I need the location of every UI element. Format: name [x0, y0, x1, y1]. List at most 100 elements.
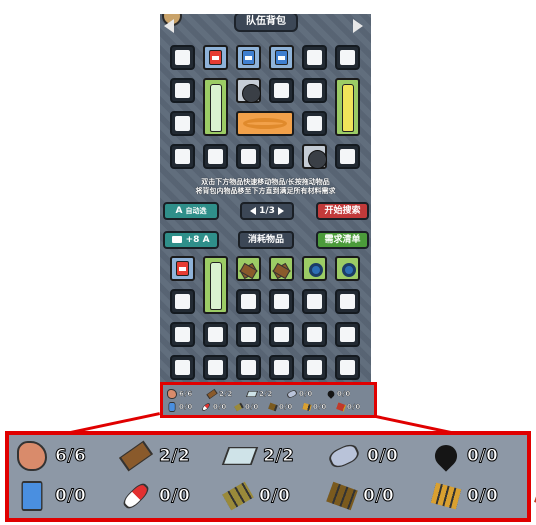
- canned-food-item[interactable]: [236, 45, 261, 70]
- backpack-panel: 队伍背包 双击下方物品快速移动物品/长按拖动物品 将背包内物品移至下方直到满足所…: [160, 14, 371, 384]
- slot[interactable]: [335, 289, 360, 314]
- requirement-entry: 0/0: [336, 400, 371, 413]
- prev-arrow-icon[interactable]: [164, 19, 174, 33]
- mini-row: 0/0 0/0 0/0 0/0 0/0 0/0: [167, 400, 372, 413]
- requirements-row-1: 6/6 2/2 2/2 0/0 0/0: [17, 439, 536, 473]
- oil-icon: [326, 388, 336, 399]
- slot[interactable]: [170, 322, 195, 347]
- rope-item[interactable]: [236, 111, 294, 136]
- requirement-entry: 0/0: [326, 479, 433, 513]
- requirement-value: 0/0: [54, 486, 87, 507]
- water-bottle-icon: [209, 262, 222, 310]
- oil-icon: [430, 440, 462, 472]
- requirement-entry: 0/0: [326, 387, 367, 400]
- slot[interactable]: [302, 45, 327, 70]
- requirement-value: 0/0: [466, 486, 499, 507]
- requirement-value: 6/6: [179, 389, 193, 398]
- slot[interactable]: [236, 144, 261, 169]
- slot[interactable]: [269, 289, 294, 314]
- slot[interactable]: [269, 144, 294, 169]
- canned-food-icon: [242, 50, 255, 65]
- pill-icon: [200, 401, 212, 412]
- requirement-value: 0/0: [213, 402, 227, 411]
- rifle-ammo-icon: [222, 481, 254, 511]
- page-selector[interactable]: 1/3: [240, 202, 294, 220]
- requirement-entry: 2/2: [206, 387, 247, 400]
- slot[interactable]: [335, 322, 360, 347]
- requirement-entry: 0/0: [17, 479, 121, 513]
- slot[interactable]: [269, 322, 294, 347]
- slot[interactable]: [170, 45, 195, 70]
- slot[interactable]: [236, 355, 261, 380]
- video-bonus-button[interactable]: +8 A: [163, 231, 219, 249]
- pill-icon: [120, 480, 152, 512]
- requirement-value: 0/0: [366, 446, 399, 467]
- slot[interactable]: [302, 78, 327, 103]
- oil-bottle-item[interactable]: [335, 78, 360, 136]
- requirement-value: 0/0: [337, 389, 351, 398]
- slot[interactable]: [236, 289, 261, 314]
- gas-mask-icon: [308, 150, 327, 169]
- requirement-value: 6/6: [54, 446, 87, 467]
- requirement-value: 0/0: [279, 402, 293, 411]
- slot[interactable]: [170, 289, 195, 314]
- water-bottle-item[interactable]: [203, 78, 228, 136]
- water-bottle-item[interactable]: [203, 256, 228, 314]
- slot[interactable]: [236, 322, 261, 347]
- requirement-entry: 0/0: [120, 479, 225, 513]
- page-next-icon[interactable]: [278, 206, 285, 215]
- slot[interactable]: [170, 78, 195, 103]
- slot[interactable]: [335, 144, 360, 169]
- slot[interactable]: [203, 144, 228, 169]
- backpack-grid: [170, 45, 360, 169]
- slot[interactable]: [335, 45, 360, 70]
- requirement-entry: 2/2: [118, 439, 225, 473]
- requirements-button[interactable]: 需求清单: [316, 231, 369, 249]
- slot[interactable]: [302, 289, 327, 314]
- slot[interactable]: [170, 144, 195, 169]
- metal-icon: [326, 441, 362, 471]
- page-prev-icon[interactable]: [249, 206, 256, 215]
- requirement-entry: 2/2: [245, 387, 287, 400]
- meat-icon: [17, 441, 47, 471]
- slot[interactable]: [302, 111, 327, 136]
- requirement-value: 2/2: [219, 389, 233, 398]
- start-search-button[interactable]: 开始搜索: [316, 202, 369, 220]
- gas-mask-item[interactable]: [236, 78, 261, 103]
- auto-prefix: A: [175, 206, 183, 216]
- slot[interactable]: [170, 355, 195, 380]
- auto-select-button[interactable]: A 自动选: [163, 202, 219, 220]
- canned-food-item[interactable]: [269, 45, 294, 70]
- plank-item[interactable]: [236, 256, 261, 281]
- plank-item[interactable]: [269, 256, 294, 281]
- tape-icon: [342, 263, 356, 277]
- consumables-grid: [170, 256, 360, 380]
- slot[interactable]: [269, 78, 294, 103]
- slot[interactable]: [269, 355, 294, 380]
- plank-icon: [118, 440, 154, 472]
- requirement-entry: 2/2: [221, 439, 329, 473]
- gas-mask-item[interactable]: [302, 144, 327, 169]
- rifle-ammo-icon: [234, 402, 244, 411]
- requirement-value: 2/2: [158, 446, 191, 467]
- requirements-mini: 6/6 2/2 2/2 0/0 0/0 0/0 0/0 0/0 0/0 0/0 0/0: [167, 387, 372, 413]
- canned-food-item[interactable]: [203, 45, 228, 70]
- slot[interactable]: [302, 355, 327, 380]
- video-icon: [172, 236, 183, 243]
- tape-item[interactable]: [335, 256, 360, 281]
- tape-item[interactable]: [302, 256, 327, 281]
- slot[interactable]: [335, 355, 360, 380]
- slot[interactable]: [170, 111, 195, 136]
- requirements-row-2: 0/00/00/00/00/00/0: [17, 479, 536, 513]
- requirement-value: 0/0: [313, 402, 327, 411]
- next-arrow-icon[interactable]: [353, 19, 363, 33]
- pistol-ammo-icon: [268, 402, 278, 411]
- requirement-entry: 0/0: [430, 479, 536, 513]
- slot[interactable]: [203, 322, 228, 347]
- canned-food-item[interactable]: [170, 256, 195, 281]
- slot[interactable]: [302, 322, 327, 347]
- requirement-value: 0/0: [158, 486, 191, 507]
- category-tab[interactable]: 消耗物品: [238, 231, 294, 249]
- canned-food-icon: [168, 401, 176, 412]
- slot[interactable]: [203, 355, 228, 380]
